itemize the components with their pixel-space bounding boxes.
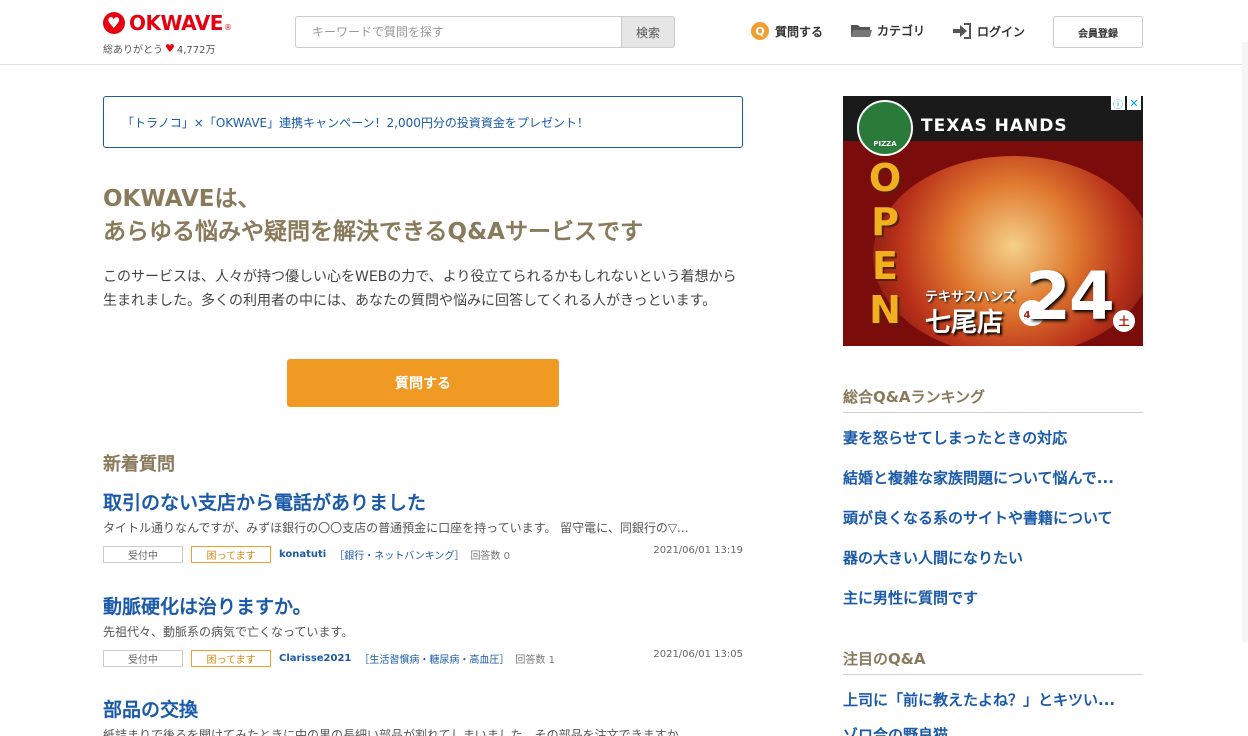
ad-info-icon[interactable]: ⓘ xyxy=(1111,96,1125,111)
site-logo[interactable]: OKWAVE ® xyxy=(103,11,232,35)
ad-weekday: 土 xyxy=(1113,310,1135,332)
trouble-badge: 困ってます xyxy=(191,649,271,667)
thanks-count: 4,772万 xyxy=(176,45,216,56)
question-title[interactable]: 部品の交換 xyxy=(103,697,743,723)
ad-brand-name: TEXAS HANDS xyxy=(921,116,1068,136)
trouble-badge: 困ってます xyxy=(191,545,271,563)
thanks-label: 総ありがとう xyxy=(103,45,163,56)
ad-store-name: 七尾店 xyxy=(925,308,1004,338)
question-title[interactable]: 取引のない支店から電話がありました xyxy=(103,490,743,516)
ranking-heading: 総合Q&Aランキング xyxy=(843,386,1143,413)
heart-logo-icon xyxy=(103,12,125,34)
featured-item[interactable]: 上司に「前に教えたよね？」とキツい... xyxy=(843,689,1143,710)
nav-login-label: ログイン xyxy=(977,24,1026,39)
question-excerpt: タイトル通りなんですが、みずほ銀行の〇〇支店の普通預金に口座を持っています。 留… xyxy=(103,521,689,535)
nav-category[interactable]: カテゴリ xyxy=(850,22,925,39)
ad-date: 24 xyxy=(1025,258,1115,335)
login-icon xyxy=(953,23,971,39)
nav-ask-label: 質問する xyxy=(775,24,824,39)
question-meta: 受付中 困ってます konatuti ［銀行・ネットバンキング］ 回答数 0 2… xyxy=(103,545,743,563)
status-badge: 受付中 xyxy=(103,649,183,667)
heart-icon: ♥ xyxy=(165,42,175,55)
ranking-item[interactable]: 結婚と複雑な家族問題について悩んで... xyxy=(843,467,1143,488)
status-badge: 受付中 xyxy=(103,545,183,563)
nav-category-label: カテゴリ xyxy=(877,24,926,38)
advertisement-banner[interactable]: PIZZA TEXAS HANDS O P E N テキサスハンズ 七尾店 4月… xyxy=(843,96,1143,346)
ad-open-text: O P E N xyxy=(865,156,905,332)
ad-open-letter: E xyxy=(872,244,898,288)
question-category[interactable]: ［生活習慣病・糖尿病・高血圧］ xyxy=(359,651,509,666)
register-button[interactable]: 会員登録 xyxy=(1053,16,1143,48)
page-scrollbar[interactable] xyxy=(1242,42,1248,642)
featured-heading: 注目のQ&A xyxy=(843,648,1143,675)
ad-open-letter: N xyxy=(869,288,901,332)
question-user[interactable]: konatuti xyxy=(279,549,326,560)
question-category[interactable]: ［銀行・ネットバンキング］ xyxy=(334,547,464,562)
question-excerpt: 先祖代々、動脈系の病気で亡くなっています。 xyxy=(103,625,354,639)
question-item: 取引のない支店から電話がありました タイトル通りなんですが、みずほ銀行の〇〇支店… xyxy=(103,490,743,563)
nav-ask-question[interactable]: Q 質問する xyxy=(751,22,823,40)
intro-title-line1: OKWAVEは、 xyxy=(103,186,261,212)
ad-brand-logo: PIZZA xyxy=(857,100,913,156)
ad-open-letter: P xyxy=(871,200,899,244)
search-form: 検索 xyxy=(295,16,675,48)
featured-item[interactable]: ゾロ合の野良猫 xyxy=(843,724,1143,736)
intro-title: OKWAVEは、 あらゆる悩みや疑問を解決できるQ&Aサービスです xyxy=(103,183,743,249)
folder-icon xyxy=(851,25,872,37)
logo-registered-mark: ® xyxy=(223,22,232,32)
ad-open-letter: O xyxy=(868,156,902,200)
question-item: 動脈硬化は治りますか。 先祖代々、動脈系の病気で亡くなっています。 受付中 困っ… xyxy=(103,594,743,667)
ad-close-icon[interactable]: ✕ xyxy=(1127,96,1141,110)
thanks-counter: 総ありがとう ♥ 4,772万 xyxy=(103,41,216,56)
ranking-item[interactable]: 主に男性に質問です xyxy=(843,587,1143,608)
search-button[interactable]: 検索 xyxy=(621,16,675,48)
ranking-item[interactable]: 器の大きい人間になりたい xyxy=(843,547,1143,568)
new-questions-heading: 新着質問 xyxy=(103,454,175,475)
answer-count: 回答数 1 xyxy=(515,654,555,666)
question-date: 2021/06/01 13:19 xyxy=(653,545,743,556)
question-date: 2021/06/01 13:05 xyxy=(653,649,743,660)
campaign-text: 「トラノコ」×「OKWAVE」連携キャンペーン！2,000円分の投資資金をプレゼ… xyxy=(122,115,589,130)
logo-text: OKWAVE xyxy=(129,11,223,35)
ranking-item[interactable]: 頭が良くなる系のサイトや書籍について xyxy=(843,507,1143,528)
question-meta: 受付中 困ってます Clarisse2021 ［生活習慣病・糖尿病・高血圧］ 回… xyxy=(103,649,743,667)
campaign-banner[interactable]: 「トラノコ」×「OKWAVE」連携キャンペーン！2,000円分の投資資金をプレゼ… xyxy=(103,96,743,148)
intro-title-line2: あらゆる悩みや疑問を解決できるQ&Aサービスです xyxy=(103,219,643,245)
question-user[interactable]: Clarisse2021 xyxy=(279,653,351,664)
nav-login[interactable]: ログイン xyxy=(952,22,1025,40)
site-header: OKWAVE ® 総ありがとう ♥ 4,772万 検索 Q 質問する カテゴリ … xyxy=(0,0,1248,65)
intro-description: このサービスは、人々が持つ優しい心をWEBの力で、より役立てられるかもしれないと… xyxy=(103,269,737,309)
answer-count: 回答数 0 xyxy=(470,550,510,562)
ranking-item[interactable]: 妻を怒らせてしまったときの対応 xyxy=(843,427,1143,448)
question-excerpt: 紙詰まりで後ろを開けてみたときに中の黒の長細い部品が割れてしまいました。その部品… xyxy=(103,728,679,736)
question-item: 部品の交換 紙詰まりで後ろを開けてみたときに中の黒の長細い部品が割れてしまいまし… xyxy=(103,697,743,736)
ask-question-button[interactable]: 質問する xyxy=(287,359,559,407)
question-icon: Q xyxy=(751,22,769,40)
question-title[interactable]: 動脈硬化は治りますか。 xyxy=(103,594,743,620)
search-input[interactable] xyxy=(295,16,621,48)
